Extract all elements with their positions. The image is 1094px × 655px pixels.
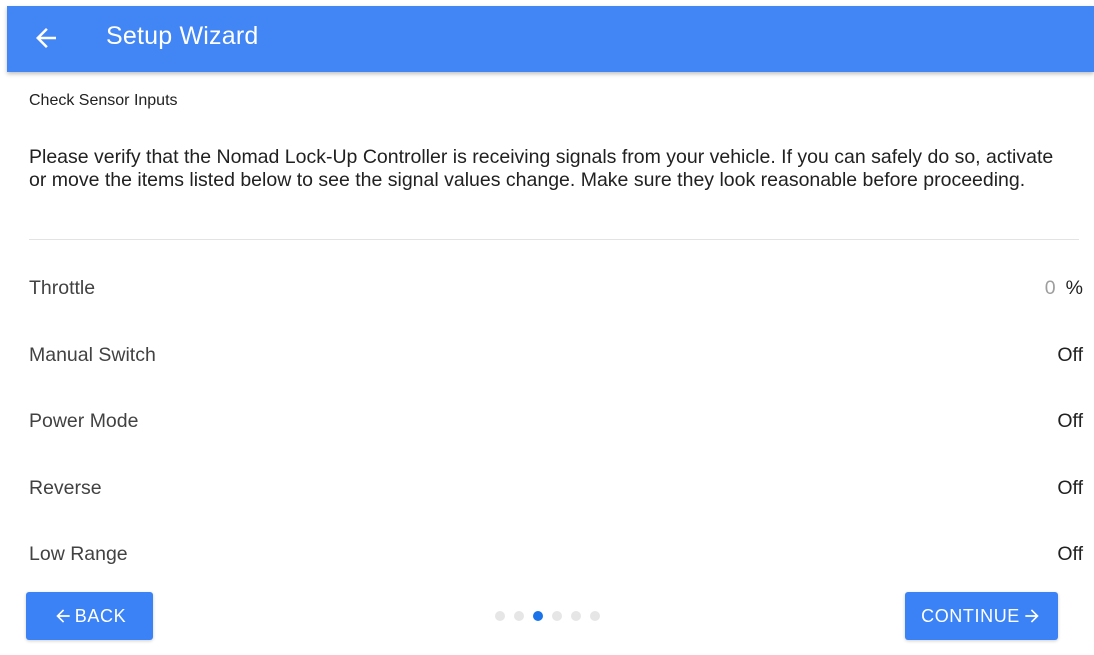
- step-dot: [495, 611, 505, 621]
- arrow-left-icon[interactable]: [31, 23, 61, 53]
- signal-value: Off: [1057, 542, 1083, 565]
- arrow-right-icon: [1022, 606, 1042, 626]
- arrow-left-icon: [53, 606, 73, 626]
- step-dot: [514, 611, 524, 621]
- signal-row-throttle: Throttle 0%: [29, 273, 1083, 303]
- back-button-label: BACK: [74, 605, 127, 626]
- step-title: Check Sensor Inputs: [29, 92, 178, 109]
- step-indicator: [495, 611, 600, 621]
- signal-value: Off: [1057, 476, 1083, 499]
- signal-row-manual-switch: Manual Switch Off: [29, 340, 1083, 370]
- signal-row-power-mode: Power Mode Off: [29, 406, 1083, 436]
- signal-label: Low Range: [29, 542, 128, 565]
- back-button[interactable]: BACK: [26, 592, 153, 640]
- signal-label: Manual Switch: [29, 343, 156, 366]
- step-dot: [590, 611, 600, 621]
- throttle-unit: %: [1065, 276, 1083, 299]
- signal-value: Off: [1057, 343, 1083, 366]
- page-title: Setup Wizard: [106, 22, 259, 50]
- step-dot-active: [533, 611, 543, 621]
- continue-button[interactable]: CONTINUE: [905, 592, 1058, 640]
- continue-button-label: CONTINUE: [921, 605, 1020, 626]
- signal-value: Off: [1057, 409, 1083, 432]
- signal-label: Power Mode: [29, 409, 139, 432]
- signal-row-reverse: Reverse Off: [29, 473, 1083, 503]
- app-bar: Setup Wizard: [7, 6, 1094, 72]
- signal-value: 0%: [1045, 277, 1083, 300]
- throttle-value: 0: [1044, 276, 1056, 299]
- signal-label: Throttle: [29, 276, 96, 299]
- step-dot: [552, 611, 562, 621]
- signal-label: Reverse: [29, 476, 102, 499]
- divider: [29, 239, 1079, 240]
- signal-row-low-range: Low Range Off: [29, 539, 1083, 569]
- instructions-text: Please verify that the Nomad Lock-Up Con…: [29, 146, 1054, 191]
- step-dot: [571, 611, 581, 621]
